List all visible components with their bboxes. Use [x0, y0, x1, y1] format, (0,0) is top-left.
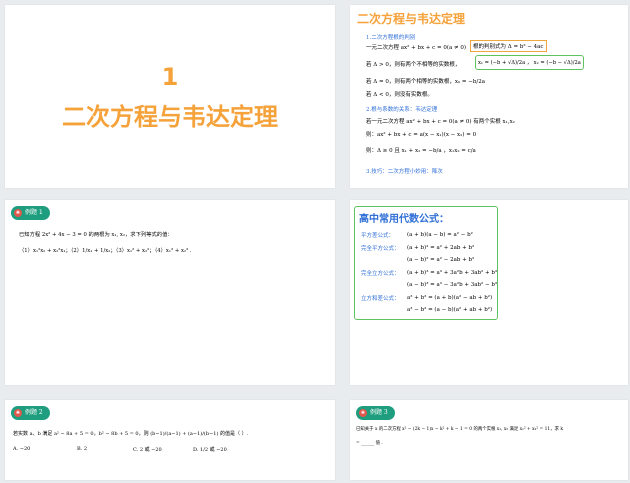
formula-label: 立方和差公式：	[361, 295, 400, 302]
slide-5-example-2[interactable]: ❀ 例题 2 若实数 a、b 满足 a² − 8a + 5 = 0，b² − 8b…	[5, 400, 335, 480]
option-a[interactable]: A. −20	[13, 446, 30, 452]
text-line: 若 Δ = 0，则有两个相等的实数根，x₀ = −b/2a	[366, 79, 485, 85]
example-badge: ❀ 例题 2	[11, 406, 50, 420]
badge-label: 例题 3	[370, 409, 388, 416]
formula-row: 平方差公式： (a + b)(a − b) = a² − b²	[361, 229, 497, 242]
question-parts: （1）x₁²x₂ + x₂²x₁；（2）1/x₁ + 1/x₂；（3）x₁² +…	[19, 248, 192, 254]
badge-label: 例题 2	[25, 409, 43, 416]
section-heading: 3.技巧：二次方程小妙用：降次	[366, 169, 443, 175]
boxed-formula: x₁ = (−b + √Δ)/2a ， x₂ = (−b − √Δ)/2a	[475, 55, 584, 70]
formula-label: 平方差公式：	[361, 233, 395, 240]
bookmark-icon: ❀	[14, 409, 22, 417]
text-line: 若一元二次方程 ax² + bx + c = 0(a ≠ 0) 有两个实根 x₁…	[366, 119, 515, 125]
formula-row: (a − b)³ = a³ − 3a²b + 3ab² − b³	[361, 279, 497, 292]
slide-4-formulas[interactable]: 高中常用代数公式： 平方差公式： (a + b)(a − b) = a² − b²…	[350, 200, 628, 385]
text-line: 则：Δ ≥ 0 且 x₁ + x₂ = −b/a ，x₁x₂ = c/a	[366, 148, 476, 154]
badge-label: 例题 1	[25, 209, 43, 216]
question-text: 已知关于 x 的二次方程 x² − (2k − 1)x − k² + k − 1…	[356, 427, 563, 432]
section-heading: 1.二次方程根的判别	[366, 35, 416, 41]
text-line: 一元二次方程 ax² + bx + c = 0(a ≠ 0)	[366, 45, 467, 51]
formula-label: 完全平方公式：	[361, 245, 400, 252]
formula-box: 高中常用代数公式： 平方差公式： (a + b)(a − b) = a² − b²…	[354, 206, 498, 320]
example-badge: ❀ 例题 3	[356, 406, 395, 420]
formula-expression: (a − b)² = a² − 2ab + b²	[407, 257, 475, 264]
text-line: 则：ax² + bx + c = a(x − x₁)(x − x₂) = 0	[366, 132, 477, 138]
question-blank: = ______ 值 .	[356, 441, 383, 446]
formula-list: 平方差公式： (a + b)(a − b) = a² − b² 完全平方公式： (a …	[361, 229, 497, 317]
section-heading: 2.根与系数的关系：韦达定理	[366, 107, 438, 113]
option-c[interactable]: C. 2 或 −20	[133, 446, 162, 453]
formula-expression: a³ + b³ = (a + b)(a² − ab + b²)	[407, 294, 493, 301]
formula-row: 立方和差公式： a³ + b³ = (a + b)(a² − ab + b²)	[361, 292, 497, 305]
boxed-formula: 根的判别式为 Δ = b² − 4ac	[470, 40, 547, 52]
formula-expression: (a + b)³ = a³ + 3a²b + 3ab² + b³	[407, 269, 498, 276]
slide-2-vieta[interactable]: 二次方程与韦达定理 1.二次方程根的判别 一元二次方程 ax² + bx + c…	[350, 5, 628, 188]
example-badge: ❀ 例题 1	[11, 206, 50, 220]
question-text: 已知方程 2x² + 4x − 3 = 0 的两根为 x₁, x₂，求下列等式的…	[19, 232, 173, 238]
slide-title: 二次方程与韦达定理	[357, 12, 466, 26]
option-b[interactable]: B. 2	[77, 446, 87, 452]
formula-label: 完全立方公式：	[361, 270, 400, 277]
formula-row: 完全立方公式： (a + b)³ = a³ + 3a²b + 3ab² + b³	[361, 267, 497, 280]
slide-6-example-3[interactable]: ❀ 例题 3 已知关于 x 的二次方程 x² − (2k − 1)x − k² +…	[350, 400, 628, 480]
formula-expression: (a + b)² = a² + 2ab + b²	[407, 244, 475, 251]
option-d[interactable]: D. 1/2 或 −20	[193, 446, 227, 453]
text-line: 若 Δ > 0，则有两个不相等的实数根，	[366, 62, 461, 68]
bookmark-icon: ❀	[14, 209, 22, 217]
bookmark-icon: ❀	[359, 409, 367, 417]
text-line: 若 Δ < 0，则没有实数根。	[366, 92, 433, 98]
slide-1-title[interactable]: 1 二次方程与韦达定理	[5, 5, 335, 188]
formula-row: (a − b)² = a² − 2ab + b²	[361, 254, 497, 267]
formula-expression: (a + b)(a − b) = a² − b²	[407, 232, 473, 239]
formula-expression: (a − b)³ = a³ − 3a²b + 3ab² − b³	[407, 282, 498, 289]
formula-row: 完全平方公式： (a + b)² = a² + 2ab + b²	[361, 242, 497, 255]
chapter-number: 1	[161, 63, 179, 91]
box-title: 高中常用代数公式：	[359, 214, 449, 225]
chapter-title: 二次方程与韦达定理	[62, 103, 278, 131]
formula-row: a³ − b³ = (a − b)(a² + ab + b²)	[361, 304, 497, 317]
formula-expression: a³ − b³ = (a − b)(a² + ab + b²)	[407, 307, 493, 314]
slide-3-example-1[interactable]: ❀ 例题 1 已知方程 2x² + 4x − 3 = 0 的两根为 x₁, x₂，…	[5, 200, 335, 385]
question-text: 若实数 a、b 满足 a² − 8a + 5 = 0，b² − 8b + 5 =…	[13, 431, 249, 437]
